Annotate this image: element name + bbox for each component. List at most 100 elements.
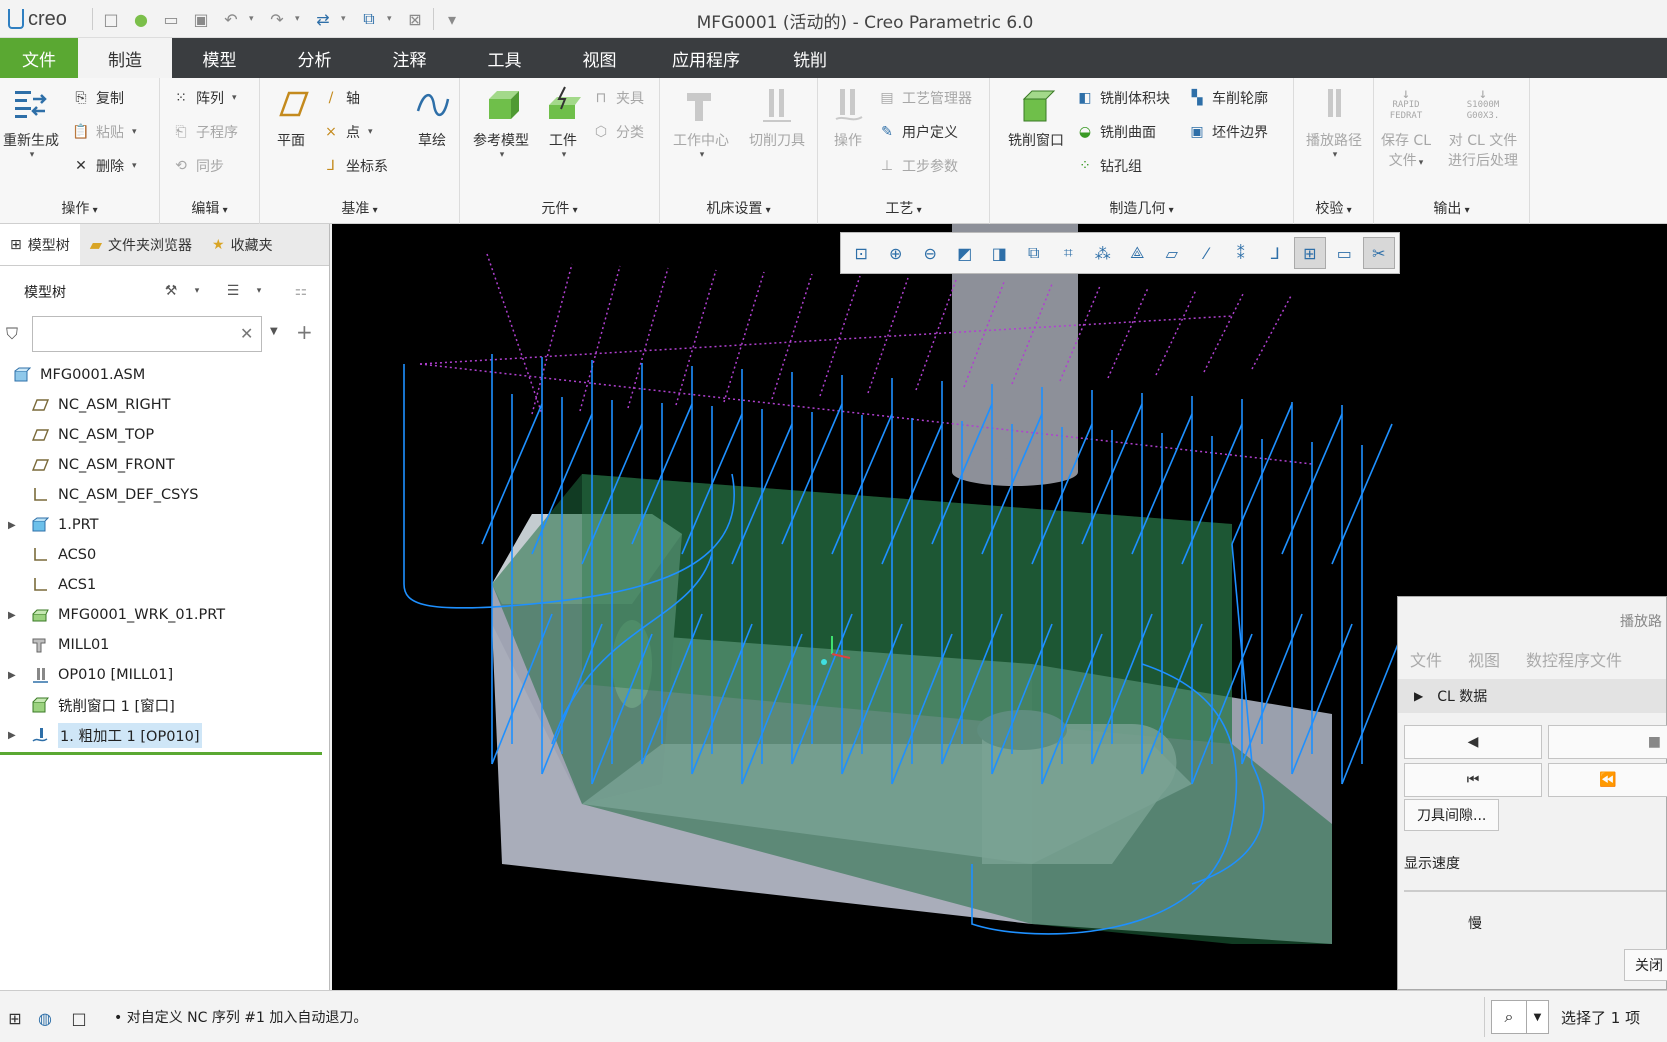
- close-button[interactable]: 关闭: [1624, 949, 1667, 981]
- tool-clearance-button[interactable]: 刀具间隙...: [1404, 799, 1500, 831]
- tree-node[interactable]: ACS1: [0, 570, 329, 600]
- selection-filter-dropdown-icon[interactable]: ▼: [1527, 1000, 1549, 1034]
- tree-node[interactable]: NC_ASM_DEF_CSYS: [0, 480, 329, 510]
- cutting-tool-button[interactable]: 切削刀具: [742, 84, 812, 150]
- save-cl-file-button[interactable]: ↓ RAPID FEDRAT 保存 CL 文件 ▾: [1374, 84, 1438, 170]
- mill-surface-button[interactable]: ◒ 铣削曲面: [1076, 122, 1156, 142]
- step-parameters-button[interactable]: ⊥ 工步参数: [878, 156, 958, 176]
- mill-window-button[interactable]: 铣削窗口: [998, 84, 1074, 150]
- search-dropdown-icon[interactable]: ▼: [270, 326, 278, 337]
- classify-button[interactable]: ⬡ 分类: [592, 122, 644, 142]
- plane-display-icon[interactable]: ▱: [1156, 237, 1189, 269]
- expand-arrow-icon[interactable]: ▶: [8, 730, 22, 741]
- tab-manufacturing[interactable]: 制造: [78, 38, 172, 78]
- menu-view[interactable]: 视图: [1468, 647, 1500, 671]
- tree-settings-dropdown-icon[interactable]: ▾: [186, 280, 208, 302]
- menu-nc-program-file[interactable]: 数控程序文件: [1526, 647, 1622, 671]
- tab-view[interactable]: 视图: [552, 38, 647, 78]
- expand-arrow-icon[interactable]: ▶: [1414, 689, 1423, 703]
- tree-node[interactable]: ▶ MFG0001_WRK_01.PRT: [0, 600, 329, 630]
- display-style-icon[interactable]: ◨: [983, 237, 1016, 269]
- menu-file[interactable]: 文件: [1410, 647, 1442, 671]
- saved-orientations-icon[interactable]: ⧉: [1018, 237, 1051, 269]
- play-reverse-button[interactable]: ◀: [1404, 725, 1542, 759]
- csys-display-icon[interactable]: ⅃: [1259, 237, 1292, 269]
- view-manager-icon[interactable]: ⌗: [1052, 237, 1085, 269]
- stop-button[interactable]: ■: [1548, 725, 1667, 759]
- sync-button[interactable]: ⟲ 同步: [172, 156, 224, 176]
- csys-button[interactable]: ⅃ 坐标系: [322, 156, 388, 176]
- zoom-out-icon[interactable]: ⊖: [914, 237, 947, 269]
- tab-model-tree[interactable]: ⊞ 模型树: [0, 224, 80, 265]
- tree-node[interactable]: NC_ASM_FRONT: [0, 450, 329, 480]
- regenerate-button[interactable]: 重新生成 ▾: [0, 84, 62, 160]
- group-label-datum[interactable]: 基准: [260, 198, 459, 218]
- tab-favorites[interactable]: ★ 收藏夹: [202, 224, 283, 265]
- tree-settings-icon[interactable]: ⚒: [160, 280, 182, 302]
- turn-profile-button[interactable]: ▚ 车削轮廓: [1188, 88, 1268, 108]
- expand-arrow-icon[interactable]: ▶: [8, 520, 22, 531]
- show-dropdown-icon[interactable]: ▾: [248, 280, 270, 302]
- group-label-edit[interactable]: 编辑: [160, 198, 259, 218]
- rewind-button[interactable]: ⏮: [1404, 763, 1542, 797]
- group-label-operations[interactable]: 操作: [0, 198, 159, 218]
- expand-arrow-icon[interactable]: ▶: [8, 670, 22, 681]
- full-screen-icon[interactable]: □: [68, 1007, 90, 1029]
- process-manager-button[interactable]: ▤ 工艺管理器: [878, 88, 972, 108]
- step-back-button[interactable]: ⏪: [1548, 763, 1667, 797]
- show-browser-icon[interactable]: ◍: [34, 1007, 56, 1029]
- tree-filter-icon[interactable]: ⚏: [290, 280, 312, 302]
- tree-node[interactable]: ▶ 1.PRT: [0, 510, 329, 540]
- tab-model[interactable]: 模型: [172, 38, 267, 78]
- tab-analysis[interactable]: 分析: [267, 38, 362, 78]
- tree-node[interactable]: MFG0001.ASM: [0, 360, 329, 390]
- user-defined-button[interactable]: ✎ 用户定义: [878, 122, 958, 142]
- tree-node[interactable]: ACS0: [0, 540, 329, 570]
- sketch-button[interactable]: 草绘: [408, 84, 456, 150]
- binoculars-icon[interactable]: ⌕: [1491, 1000, 1527, 1034]
- tree-node[interactable]: NC_ASM_RIGHT: [0, 390, 329, 420]
- play-path-button[interactable]: 播放路径 ▾: [1296, 84, 1372, 160]
- group-label-components[interactable]: 元件: [460, 198, 659, 218]
- group-label-machine[interactable]: 机床设置: [660, 198, 817, 218]
- filter-icon[interactable]: ⛉: [6, 324, 18, 344]
- plane-button[interactable]: 平面: [266, 84, 316, 150]
- toolpath-display-icon[interactable]: ✂: [1362, 237, 1396, 269]
- paste-button[interactable]: 📋 粘贴 ▾: [72, 122, 136, 142]
- speed-slider-track[interactable]: [1404, 890, 1666, 892]
- mill-volume-button[interactable]: ◧ 铣削体积块: [1076, 88, 1170, 108]
- clear-search-icon[interactable]: ✕: [240, 324, 253, 343]
- tab-applications[interactable]: 应用程序: [647, 38, 765, 78]
- repaint-icon[interactable]: ◩: [949, 237, 982, 269]
- tab-folder-browser[interactable]: ▰ 文件夹浏览器: [80, 224, 202, 265]
- datum-display-icon[interactable]: ⟁: [1121, 237, 1154, 269]
- tree-node[interactable]: ▶ OP010 [MILL01]: [0, 660, 329, 690]
- add-filter-icon[interactable]: +: [296, 320, 313, 344]
- group-label-process[interactable]: 工艺: [818, 198, 989, 218]
- copy-button[interactable]: ⎘ 复制: [72, 88, 124, 108]
- tree-node[interactable]: MILL01: [0, 630, 329, 660]
- delete-button[interactable]: ✕ 删除 ▾: [72, 156, 136, 176]
- tree-search-input[interactable]: [32, 316, 262, 352]
- point-button[interactable]: × 点 ▾: [322, 122, 372, 142]
- spin-center-icon[interactable]: ▭: [1328, 237, 1361, 269]
- zoom-in-icon[interactable]: ⊕: [880, 237, 913, 269]
- stock-boundary-button[interactable]: ▣ 坯件边界: [1188, 122, 1268, 142]
- group-label-output[interactable]: 输出: [1374, 198, 1529, 218]
- perspective-icon[interactable]: ⁂: [1087, 237, 1120, 269]
- tab-tools[interactable]: 工具: [457, 38, 552, 78]
- tab-file[interactable]: 文件: [0, 38, 78, 78]
- point-display-icon[interactable]: ⁑: [1225, 237, 1258, 269]
- reference-model-button[interactable]: 参考模型 ▾: [464, 84, 538, 160]
- axis-display-icon[interactable]: ⁄: [1190, 237, 1223, 269]
- group-label-mfg-geometry[interactable]: 制造几何: [990, 198, 1293, 218]
- tree-node[interactable]: NC_ASM_TOP: [0, 420, 329, 450]
- expand-arrow-icon[interactable]: ▶: [8, 610, 22, 621]
- show-navigator-icon[interactable]: ⊞: [4, 1007, 26, 1029]
- operation-button[interactable]: 操作: [822, 84, 874, 150]
- cl-data-section[interactable]: ▶ CL 数据: [1398, 679, 1666, 713]
- tree-node[interactable]: ▶ 1. 粗加工 1 [OP010]: [0, 720, 329, 750]
- show-list-icon[interactable]: ☰: [222, 280, 244, 302]
- post-process-cl-button[interactable]: ↓ S1000M G00X3. 对 CL 文件 进行后处理: [1438, 84, 1528, 170]
- work-center-button[interactable]: 工作中心 ▾: [666, 84, 736, 160]
